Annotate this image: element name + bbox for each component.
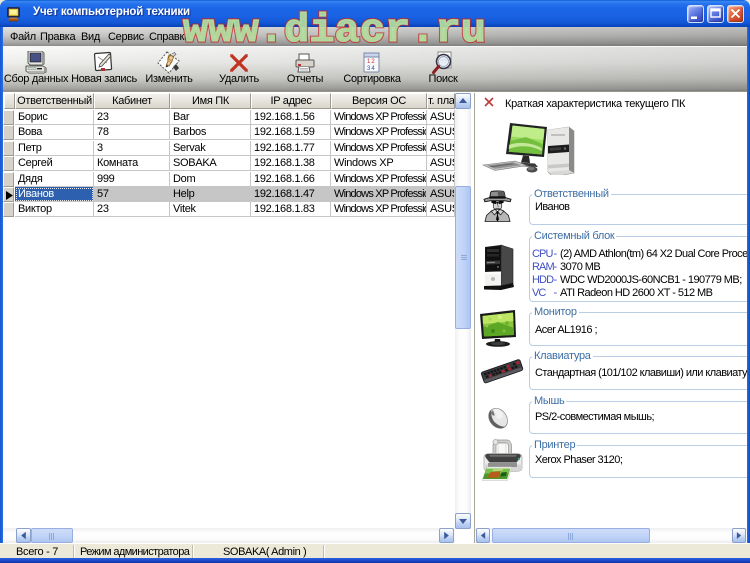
svg-text:3 4: 3 4 bbox=[367, 66, 375, 72]
svg-text:1 2: 1 2 bbox=[367, 59, 375, 65]
